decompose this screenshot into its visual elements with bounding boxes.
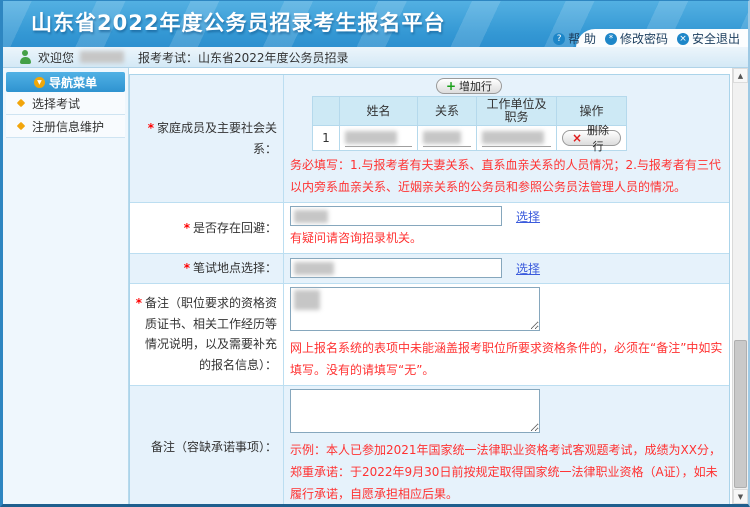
key-icon: * — [605, 33, 617, 45]
vertical-scrollbar: ▲ ▼ — [732, 68, 748, 504]
registration-form: *家庭成员及主要社会关系： + 增加行 姓名 — [129, 74, 730, 507]
family-relation-input[interactable] — [423, 130, 471, 147]
welcome-greeting: 欢迎您 — [38, 49, 74, 66]
family-label: *家庭成员及主要社会关系： — [130, 75, 284, 202]
nav-menu-header[interactable]: ▼ 导航菜单 — [6, 72, 125, 92]
family-table-row: 1 × 删除行 — [313, 126, 627, 151]
diamond-bullet-icon — [17, 99, 25, 107]
collapse-arrow-icon: ▼ — [34, 77, 45, 88]
commitment-label: 备注（容缺承诺事项）： — [130, 386, 284, 507]
user-avatar-icon — [19, 50, 32, 64]
sidebar: ▼ 导航菜单 选择考试 注册信息维护 — [3, 68, 129, 504]
commitment-note: 示例：本人已参加2021年国家统一法律职业资格考试客观题考试，成绩为XX分，郑重… — [290, 439, 723, 505]
col-header-relation: 关系 — [418, 97, 477, 126]
diamond-bullet-icon — [17, 122, 25, 130]
avoidance-select-link[interactable]: 选择 — [516, 208, 540, 225]
delete-row-button[interactable]: × 删除行 — [562, 130, 621, 146]
help-link[interactable]: ? 帮 助 — [553, 30, 596, 47]
test-location-select-link[interactable]: 选择 — [516, 260, 540, 277]
family-work-unit-input[interactable] — [482, 130, 551, 147]
avoidance-input[interactable] — [290, 206, 502, 226]
registration-platform-page: 山东省2022年度公务员招录考生报名平台 ? 帮 助 * 修改密码 × 安全退出… — [0, 0, 750, 507]
remark-textarea[interactable] — [290, 287, 540, 331]
form-row-family: *家庭成员及主要社会关系： + 增加行 姓名 — [130, 75, 729, 203]
welcome-bar: 欢迎您 报考考试：山东省2022年度公务员招录 — [3, 47, 748, 68]
logout-link[interactable]: × 安全退出 — [677, 30, 740, 47]
family-table-header-row: 姓名 关系 工作单位及职务 操作 — [313, 97, 627, 126]
form-row-remark: *备注（职位要求的资格资质证书、相关工作经历等情况说明，以及需要补充的报名信息）… — [130, 284, 729, 386]
change-password-link[interactable]: * 修改密码 — [605, 30, 668, 47]
remark-label: *备注（职位要求的资格资质证书、相关工作经历等情况说明，以及需要补充的报名信息）… — [130, 284, 284, 385]
help-icon: ? — [553, 33, 565, 45]
col-header-work-unit: 工作单位及职务 — [477, 97, 557, 126]
exam-label: 报考考试：山东省2022年度公务员招录 — [138, 49, 349, 66]
main-content: *家庭成员及主要社会关系： + 增加行 姓名 — [129, 68, 732, 504]
commitment-textarea[interactable] — [290, 389, 540, 433]
test-location-input[interactable] — [290, 258, 502, 278]
row-index: 1 — [313, 126, 340, 151]
header-bar: 山东省2022年度公务员招录考生报名平台 ? 帮 助 * 修改密码 × 安全退出 — [3, 1, 748, 47]
scroll-up-arrow-icon[interactable]: ▲ — [733, 68, 748, 83]
remark-redacted-content — [294, 290, 320, 310]
form-row-test-location: *笔试地点选择： 选择 — [130, 254, 729, 283]
plus-icon: + — [446, 80, 456, 92]
test-location-label: *笔试地点选择： — [130, 254, 284, 282]
family-table: 姓名 关系 工作单位及职务 操作 1 — [312, 96, 627, 151]
avoidance-note: 有疑问请咨询招录机关。 — [290, 227, 723, 249]
add-row-button[interactable]: + 增加行 — [436, 78, 502, 94]
form-row-avoidance: *是否存在回避： 选择 有疑问请咨询招录机关。 — [130, 203, 729, 254]
col-header-name: 姓名 — [340, 97, 418, 126]
family-name-input[interactable] — [345, 130, 412, 147]
sidebar-item-select-exam[interactable]: 选择考试 — [6, 92, 125, 115]
form-row-commitment: 备注（容缺承诺事项）： 示例：本人已参加2021年国家统一法律职业资格考试客观题… — [130, 386, 729, 507]
sidebar-item-registration-info[interactable]: 注册信息维护 — [6, 115, 125, 138]
delete-x-icon: × — [572, 132, 582, 144]
power-icon: × — [677, 33, 689, 45]
family-note: 务必填写：1.与报考者有夫妻关系、直系血亲关系的人员情况；2.与报考者有三代以内… — [290, 154, 723, 198]
user-name-redacted — [80, 51, 124, 63]
avoidance-label: *是否存在回避： — [130, 203, 284, 253]
scrollbar-thumb[interactable] — [734, 340, 747, 488]
header-links-band: ? 帮 助 * 修改密码 × 安全退出 — [576, 29, 748, 47]
remark-note: 网上报名系统的表项中未能涵盖报考职位所要求资格条件的，必须在“备注”中如实填写。… — [290, 337, 723, 381]
scroll-down-arrow-icon[interactable]: ▼ — [733, 489, 748, 504]
